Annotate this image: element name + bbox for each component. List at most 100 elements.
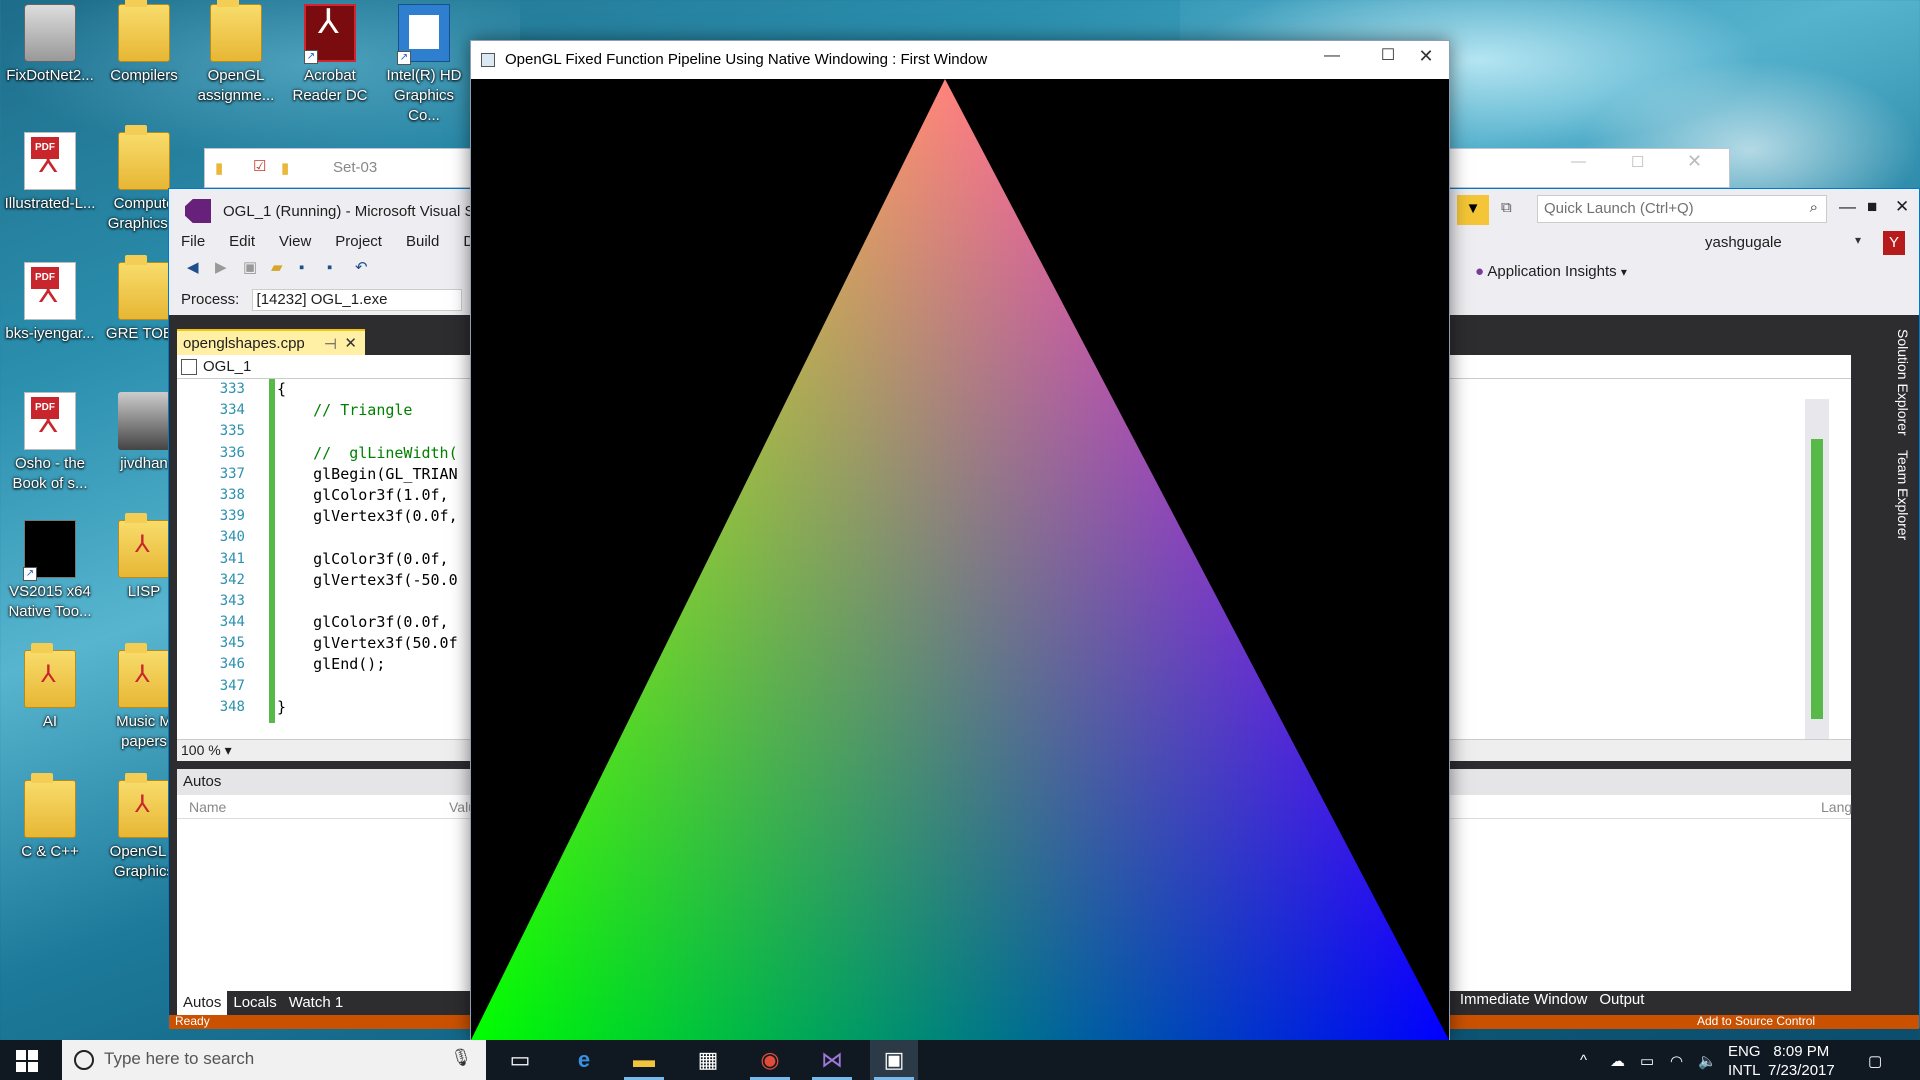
code-line[interactable]	[277, 527, 458, 548]
menu-item[interactable]: Project	[335, 233, 382, 250]
code-line[interactable]	[277, 591, 458, 612]
desktop-icon[interactable]: ↗ VS2015 x64 Native Too...	[4, 520, 96, 622]
menu-item[interactable]: Build	[406, 233, 439, 250]
desktop-icon[interactable]: C & C++	[4, 773, 96, 862]
desktop-icon[interactable]: ⅄ AI	[4, 643, 96, 732]
desktop-icon-label: C & C++	[21, 843, 79, 860]
application-insights-button[interactable]: ● Application Insights ▾	[1475, 263, 1627, 280]
visual-studio-icon[interactable]: ⋈	[808, 1040, 856, 1080]
notifications-icon[interactable]: ⧉	[1501, 199, 1512, 216]
line-number: 338	[219, 486, 245, 503]
open-file-icon[interactable]: ▰	[271, 259, 289, 277]
user-name[interactable]: yashgugale	[1705, 234, 1782, 251]
close-button[interactable]: ✕	[1403, 41, 1449, 71]
menu-item[interactable]: View	[279, 233, 311, 250]
desktop-icon-label: Osho - the Book of s...	[12, 455, 88, 492]
rgb-triangle	[471, 79, 1449, 1040]
document-tab[interactable]: openglshapes.cpp ⊣ ✕	[177, 329, 365, 355]
close-button[interactable]: ✕	[1895, 197, 1909, 217]
output-tab[interactable]: Immediate Window	[1460, 991, 1588, 1008]
wifi-icon[interactable]: ◠	[1670, 1052, 1683, 1070]
desktop-icon[interactable]: OpenGL assignme...	[190, 0, 282, 106]
debug-tab[interactable]: Watch 1	[282, 991, 350, 1017]
code-line[interactable]: glVertex3f(50.0f	[277, 633, 458, 654]
debug-tab[interactable]: Locals	[227, 991, 283, 1017]
quick-launch-input[interactable]: Quick Launch (Ctrl+Q) ⌕	[1537, 195, 1827, 223]
side-tab[interactable]: Solution Explorer	[1895, 329, 1911, 436]
line-number: 345	[219, 635, 245, 652]
code-line[interactable]: // glLineWidth(	[277, 443, 458, 464]
code-line[interactable]: glColor3f(0.0f,	[277, 612, 458, 633]
save-icon[interactable]: ▪	[299, 259, 317, 277]
battery-icon[interactable]: ▭	[1640, 1052, 1654, 1070]
desktop-icon[interactable]: PDF ⅄ Osho - the Book of s...	[4, 392, 96, 494]
taskbar-search-box[interactable]: Type here to search 🎙	[62, 1040, 486, 1080]
start-button[interactable]	[16, 1050, 38, 1072]
task-view-icon[interactable]: ▭	[496, 1040, 544, 1080]
vertical-scrollbar[interactable]	[1805, 399, 1829, 759]
scroll-thumb[interactable]	[1811, 439, 1823, 719]
store-icon[interactable]: ▦	[684, 1040, 732, 1080]
undo-icon[interactable]: ↶	[355, 259, 373, 277]
new-project-icon[interactable]: ▣	[243, 259, 261, 277]
code-line[interactable]: glColor3f(1.0f,	[277, 485, 458, 506]
code-line[interactable]: {	[277, 379, 458, 400]
maximize-button[interactable]: ■	[1867, 197, 1877, 217]
menu-item[interactable]: File	[181, 233, 205, 250]
avatar[interactable]: Y	[1883, 231, 1905, 255]
onedrive-icon[interactable]: ☁	[1610, 1052, 1625, 1070]
volume-icon[interactable]: 🔈	[1698, 1052, 1717, 1070]
opengl-title-bar[interactable]: OpenGL Fixed Function Pipeline Using Nat…	[471, 41, 1449, 79]
back-icon[interactable]: ◀	[187, 259, 205, 277]
process-dropdown[interactable]: [14232] OGL_1.exe	[251, 289, 462, 311]
code-line[interactable]: glVertex3f(-50.0	[277, 570, 458, 591]
line-number: 339	[219, 508, 245, 525]
chevron-down-icon[interactable]: ▾	[1855, 233, 1861, 247]
nav-scope-dropdown[interactable]: OGL_1	[203, 358, 251, 375]
feedback-filter-icon[interactable]: ▼	[1457, 195, 1489, 225]
code-line[interactable]: glBegin(GL_TRIAN	[277, 464, 458, 485]
file-explorer-icon[interactable]: ▬	[620, 1040, 668, 1080]
side-tab[interactable]: Team Explorer	[1895, 450, 1911, 540]
opengl-canvas[interactable]	[471, 79, 1449, 1040]
opengl-app-icon[interactable]: ▣	[870, 1040, 918, 1080]
chrome-icon[interactable]: ◉	[746, 1040, 794, 1080]
save-all-icon[interactable]: ▪	[327, 259, 345, 277]
maximize-button[interactable]: ☐	[1631, 153, 1644, 171]
code-line[interactable]: // Triangle	[277, 400, 458, 421]
code-line[interactable]: glColor3f(0.0f,	[277, 549, 458, 570]
edge-icon[interactable]: e	[560, 1040, 608, 1080]
code-line[interactable]: glVertex3f(0.0f,	[277, 506, 458, 527]
minimize-button[interactable]: —	[1309, 41, 1355, 71]
autos-title: Autos	[183, 773, 222, 790]
column-language[interactable]: Lang	[1821, 799, 1852, 815]
code-line[interactable]: }	[277, 697, 458, 718]
desktop-icon[interactable]: PDF ⅄ bks-iyengar...	[4, 262, 96, 344]
forward-icon[interactable]: ▶	[215, 259, 233, 277]
input-language[interactable]: ENG INTL	[1728, 1042, 1761, 1080]
desktop-icon[interactable]: Compilers	[98, 0, 190, 86]
source-control-button[interactable]: Add to Source Control	[1697, 1014, 1815, 1028]
column-name[interactable]: Name	[189, 799, 226, 815]
desktop-icon-label: OpenGL assignme...	[197, 67, 275, 104]
code-line[interactable]	[277, 421, 458, 442]
desktop-icon[interactable]: PDF ⅄ Illustrated-L...	[4, 132, 96, 214]
system-clock[interactable]: 8:09 PM 7/23/2017	[1768, 1042, 1835, 1080]
output-tab[interactable]: Output	[1599, 991, 1644, 1008]
chevron-up-icon[interactable]: ^	[1580, 1052, 1587, 1069]
menu-item[interactable]: Edit	[229, 233, 255, 250]
minimize-button[interactable]: —	[1571, 153, 1586, 170]
desktop-icon[interactable]: FixDotNet2...	[4, 4, 96, 86]
desktop-icon[interactable]: ⅄ ↗ Acrobat Reader DC	[284, 4, 376, 106]
minimize-button[interactable]: —	[1839, 197, 1856, 217]
close-icon[interactable]: ✕	[344, 334, 357, 352]
pin-icon[interactable]: ⊣	[324, 335, 337, 353]
notification-center-icon[interactable]: ▢	[1868, 1052, 1882, 1070]
code-line[interactable]: glEnd();	[277, 654, 458, 675]
code-area[interactable]: { // Triangle // glLineWidth( glBegin(GL…	[277, 379, 458, 723]
microphone-icon[interactable]: 🎙	[450, 1048, 472, 1068]
desktop-icon[interactable]: ↗ Intel(R) HD Graphics Co...	[378, 4, 470, 126]
close-button[interactable]: ✕	[1687, 151, 1702, 172]
opengl-window[interactable]: OpenGL Fixed Function Pipeline Using Nat…	[470, 40, 1450, 1040]
code-line[interactable]	[277, 676, 458, 697]
